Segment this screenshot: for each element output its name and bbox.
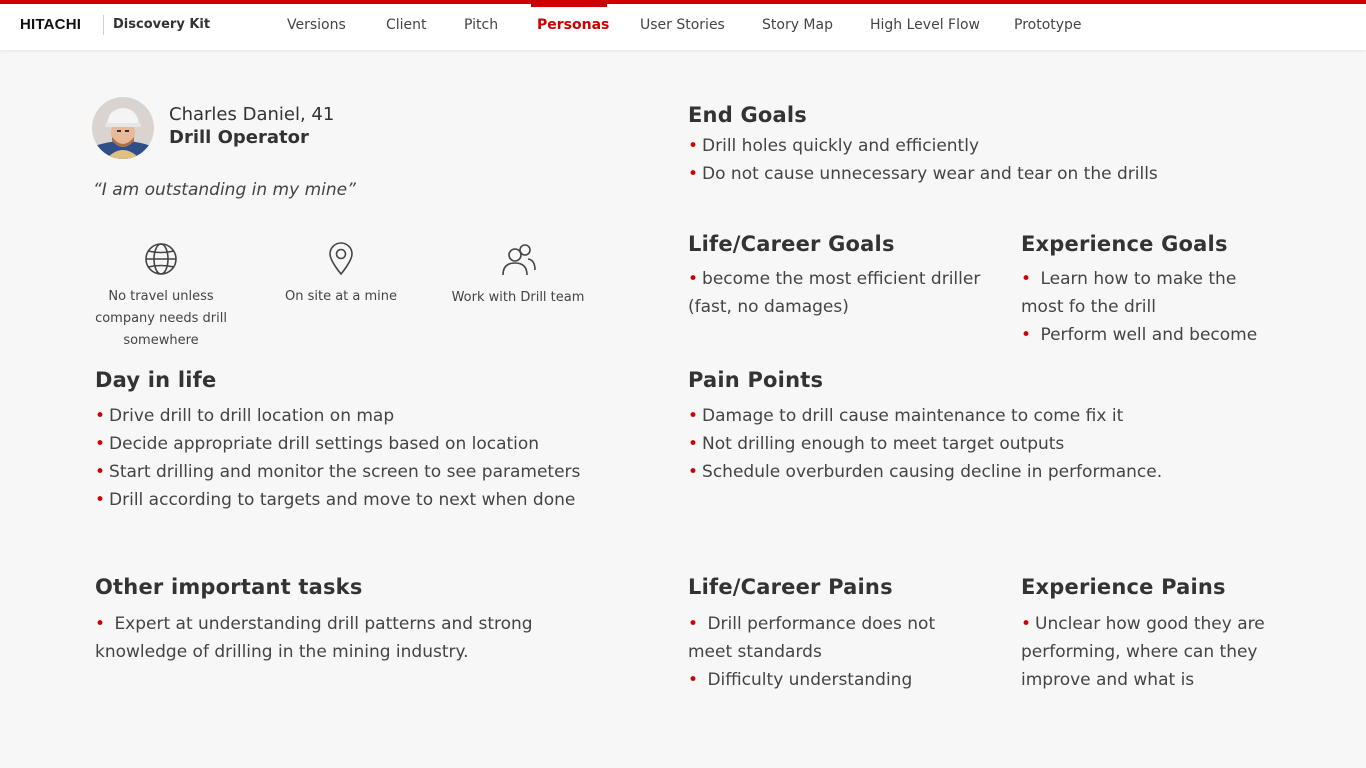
logo-divider <box>103 15 104 35</box>
list-item: • Schedule overburden causing decline in … <box>688 462 1163 482</box>
experience-pains-heading: Experience Pains <box>1021 575 1226 599</box>
feature-travel: No travel unless company needs drill som… <box>95 289 227 348</box>
experience-goals-heading: Experience Goals <box>1021 232 1228 256</box>
active-tab-indicator <box>531 4 607 7</box>
list-item: • Drill according to targets and move to … <box>95 490 576 510</box>
tab-prototype[interactable]: Prototype <box>1014 17 1082 33</box>
life-career-goals-heading: Life/Career Goals <box>688 232 895 256</box>
other-tasks-list: • Expert at understanding drill patterns… <box>95 610 565 666</box>
experience-pains-list: • Unclear how good they are performing, w… <box>1021 610 1271 694</box>
app-title: Discovery Kit <box>113 17 211 32</box>
life-career-pains-heading: Life/Career Pains <box>688 575 893 599</box>
end-goals-heading: End Goals <box>688 103 807 127</box>
persona-role: Drill Operator <box>169 127 309 148</box>
persona-avatar <box>92 97 154 159</box>
experience-goals-list: • Learn how to make the most fo the dril… <box>1021 265 1271 349</box>
feature-team: Work with Drill team <box>451 290 585 305</box>
top-header: HITACHI Discovery Kit Versions Client Pi… <box>0 4 1366 50</box>
list-item: • Learn how to make the most fo the dril… <box>1021 269 1237 317</box>
tab-versions[interactable]: Versions <box>287 17 346 33</box>
list-item: • Not drilling enough to meet target outp… <box>688 434 1065 454</box>
persona-quote: “I am outstanding in my mine” <box>93 180 356 200</box>
other-tasks-heading: Other important tasks <box>95 575 363 599</box>
list-item: • become the most efficient driller (fast… <box>688 269 981 317</box>
list-item: • Difficulty understanding <box>688 670 913 690</box>
end-goals-list: • Drill holes quickly and efficiently • Do… <box>688 132 1288 188</box>
users-icon <box>501 242 537 282</box>
list-item: • Perform well and become <box>1021 325 1258 345</box>
life-career-goals-list: • become the most efficient driller (fast… <box>688 265 998 321</box>
tab-user-stories[interactable]: User Stories <box>640 17 725 33</box>
location-pin-icon <box>328 242 354 280</box>
list-item: • Do not cause unnecessary wear and tear … <box>688 164 1158 184</box>
list-item: • Damage to drill cause maintenance to co… <box>688 406 1124 426</box>
tab-high-level-flow[interactable]: High Level Flow <box>870 17 980 33</box>
pain-points-heading: Pain Points <box>688 368 824 392</box>
list-item: • Expert at understanding drill patterns… <box>95 614 533 662</box>
list-item: • Drill performance does not meet standa… <box>688 614 936 662</box>
hitachi-logo[interactable]: HITACHI <box>20 16 81 33</box>
list-item: • Unclear how good they are performing, w… <box>1021 614 1265 690</box>
day-in-life-list: • Drive drill to drill location on map • D… <box>95 402 655 514</box>
tab-pitch[interactable]: Pitch <box>464 17 498 33</box>
list-item: • Start drilling and monitor the screen t… <box>95 462 581 482</box>
list-item: • Drive drill to drill location on map <box>95 406 395 426</box>
list-item: • Drill holes quickly and efficiently <box>688 136 980 156</box>
globe-icon <box>144 242 178 280</box>
tab-story-map[interactable]: Story Map <box>762 17 833 33</box>
list-item: • Decide appropriate drill settings based… <box>95 434 540 454</box>
tab-personas[interactable]: Personas <box>537 17 609 33</box>
pain-points-list: • Damage to drill cause maintenance to co… <box>688 402 1308 486</box>
persona-name: Charles Daniel, 41 <box>169 104 335 125</box>
feature-location: On site at a mine <box>284 289 398 304</box>
life-career-pains-list: • Drill performance does not meet standa… <box>688 610 978 694</box>
day-in-life-heading: Day in life <box>95 368 217 392</box>
tab-client[interactable]: Client <box>386 17 427 33</box>
